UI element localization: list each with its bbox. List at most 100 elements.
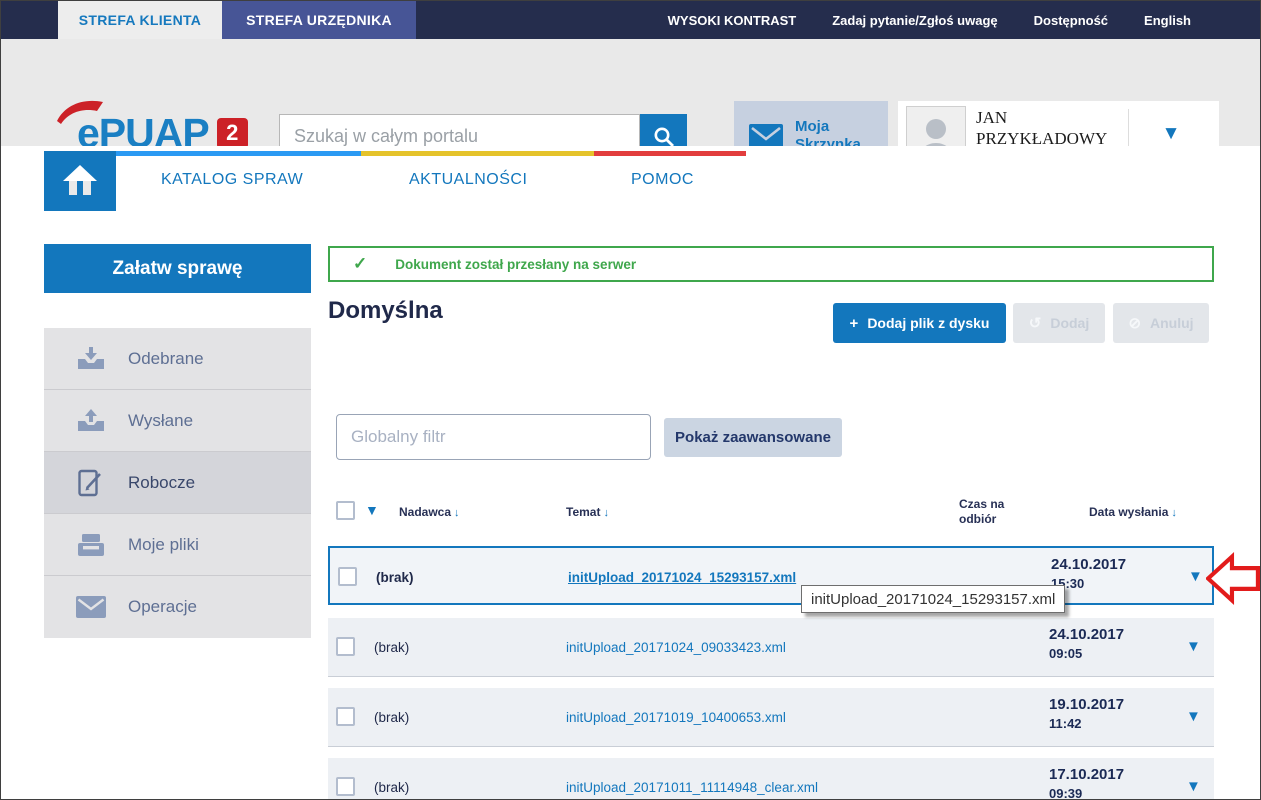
link-zadaj-pytanie[interactable]: Zadaj pytanie/Zgłoś uwagę: [832, 13, 997, 28]
row-actions-triangle-icon[interactable]: ▼: [1186, 778, 1201, 795]
table-row[interactable]: (brak) initUpload_20171024_15293157.xml …: [328, 546, 1214, 605]
home-icon: [62, 164, 98, 198]
link-english[interactable]: English: [1144, 13, 1191, 28]
sort-desc-icon: ↓: [1171, 507, 1177, 519]
add-button-disabled[interactable]: ↺ Dodaj: [1013, 303, 1105, 343]
refresh-icon: ↺: [1029, 314, 1042, 332]
main-nav: KATALOG SPRAW AKTUALNOŚCI POMOC: [1, 146, 1261, 211]
row-sent-date: 24.10.2017 15:30: [1051, 556, 1171, 591]
sidebar-item-label: Moje pliki: [128, 535, 199, 555]
row-sender: (brak): [374, 780, 409, 795]
sidebar-item-moje-pliki[interactable]: Moje pliki: [44, 514, 311, 576]
row-subject-link[interactable]: initUpload_20171019_10400653.xml: [566, 710, 786, 725]
check-icon: ✓: [353, 254, 367, 274]
draft-icon: [76, 469, 106, 497]
column-header-nadawca[interactable]: Nadawca↓: [399, 505, 460, 519]
row-sender: (brak): [374, 710, 409, 725]
sidebar-item-label: Odebrane: [128, 349, 204, 369]
column-header-temat[interactable]: Temat↓: [566, 505, 609, 519]
column-header-label: Temat: [566, 505, 600, 519]
row-checkbox[interactable]: [336, 777, 355, 796]
sort-desc-icon: ↓: [454, 507, 460, 519]
row-subject-link[interactable]: initUpload_20171024_15293157.xml: [568, 570, 796, 585]
row-sent-date: 24.10.2017 09:05: [1049, 626, 1169, 661]
tab-strefa-urzednika[interactable]: STREFA URZĘDNIKA: [222, 1, 416, 39]
outbox-upload-icon: [76, 409, 106, 433]
sort-desc-icon: ↓: [603, 507, 609, 519]
sidebar-item-robocze[interactable]: Robocze: [44, 452, 311, 514]
sidebar-item-label: Wysłane: [128, 411, 193, 431]
sidebar-menu: Odebrane Wysłane Robocze: [44, 328, 311, 638]
nav-aktualnosci[interactable]: AKTUALNOŚCI: [409, 171, 527, 189]
page-title: Domyślna: [328, 297, 443, 325]
row-time-value: 09:39: [1049, 786, 1169, 800]
link-wysoki-kontrast[interactable]: WYSOKI KONTRAST: [668, 13, 797, 28]
global-filter-input[interactable]: [336, 414, 651, 460]
logo-swoosh-icon: [55, 97, 107, 127]
cancel-label: Anuluj: [1150, 315, 1194, 331]
row-sender: (brak): [376, 570, 414, 585]
column-header-czas-na-odbior[interactable]: Czas na odbiór: [959, 497, 1023, 527]
row-time-value: 11:42: [1049, 716, 1169, 731]
row-subject-link[interactable]: initUpload_20171011_11114948_clear.xml: [566, 780, 818, 795]
sidebar-item-odebrane[interactable]: Odebrane: [44, 328, 311, 390]
cancel-button-disabled[interactable]: ⊘ Anuluj: [1113, 303, 1209, 343]
row-actions-triangle-icon[interactable]: ▼: [1186, 638, 1201, 655]
add-file-from-disk-button[interactable]: + Dodaj plik z dysku: [833, 303, 1006, 343]
row-actions-triangle-icon[interactable]: ▼: [1186, 708, 1201, 725]
row-date-value: 24.10.2017: [1049, 626, 1169, 643]
sidebar-item-wyslane[interactable]: Wysłane: [44, 390, 311, 452]
operations-envelope-icon: [76, 596, 106, 618]
sidebar-item-label: Robocze: [128, 473, 195, 493]
nav-pomoc[interactable]: POMOC: [631, 171, 694, 189]
stripe-blue: [116, 151, 361, 156]
select-menu-triangle-icon[interactable]: ▼: [365, 502, 379, 518]
row-sender: (brak): [374, 640, 409, 655]
user-name: JAN PRZYKŁADOWY: [976, 107, 1131, 149]
row-time-value: 09:05: [1049, 646, 1169, 661]
row-date-value: 17.10.2017: [1049, 766, 1169, 783]
sidebar-item-operacje[interactable]: Operacje: [44, 576, 311, 638]
select-all-checkbox[interactable]: [336, 501, 355, 520]
cancel-circle-icon: ⊘: [1128, 314, 1141, 332]
table-row[interactable]: (brak) initUpload_20171019_10400653.xml …: [328, 688, 1214, 747]
add-file-label: Dodaj plik z dysku: [867, 315, 989, 331]
column-header-label: Nadawca: [399, 505, 451, 519]
stripe-red: [594, 151, 746, 156]
zalatw-sprawe-button[interactable]: Załatw sprawę: [44, 244, 311, 293]
search-icon: [652, 125, 676, 149]
stripe-yellow: [361, 151, 594, 156]
plus-icon: +: [850, 315, 859, 332]
top-bar: STREFA KLIENTA STREFA URZĘDNIKA WYSOKI K…: [1, 1, 1261, 39]
row-sent-date: 19.10.2017 11:42: [1049, 696, 1169, 731]
success-alert: ✓ Dokument został przesłany na serwer: [328, 246, 1214, 282]
show-advanced-button[interactable]: Pokaż zaawansowane: [664, 418, 842, 457]
top-links: WYSOKI KONTRAST Zadaj pytanie/Zgłoś uwag…: [668, 1, 1191, 39]
table-row[interactable]: (brak) initUpload_20171024_09033423.xml …: [328, 618, 1214, 677]
row-subject-link[interactable]: initUpload_20171024_09033423.xml: [566, 640, 786, 655]
files-drawer-icon: [76, 533, 106, 557]
link-dostepnosc[interactable]: Dostępność: [1034, 13, 1108, 28]
home-button[interactable]: [44, 151, 116, 211]
column-header-label: Data wysłania: [1089, 505, 1168, 519]
row-date-value: 19.10.2017: [1049, 696, 1169, 713]
table-row[interactable]: (brak) initUpload_20171011_11114948_clea…: [328, 758, 1214, 800]
user-menu-chevron-down-icon[interactable]: ▼: [1140, 123, 1202, 145]
row-actions-triangle-icon[interactable]: ▼: [1188, 568, 1203, 585]
header: ePUAP 2 Moja Skrzynka JAN PRZ: [1, 39, 1261, 146]
add-label: Dodaj: [1050, 315, 1089, 331]
row-time-value: 15:30: [1051, 576, 1171, 591]
annotation-arrow-left-icon: [1206, 550, 1260, 607]
tab-strefa-klienta[interactable]: STREFA KLIENTA: [58, 1, 222, 39]
row-sent-date: 17.10.2017 09:39: [1049, 766, 1169, 800]
row-checkbox[interactable]: [336, 637, 355, 656]
envelope-icon: [749, 124, 783, 149]
column-header-data-wyslania[interactable]: Data wysłania↓: [1089, 505, 1177, 519]
filename-tooltip: initUpload_20171024_15293157.xml: [801, 585, 1065, 613]
success-alert-text: Dokument został przesłany na serwer: [395, 257, 636, 272]
inbox-download-icon: [76, 347, 106, 371]
row-checkbox[interactable]: [338, 567, 357, 586]
logo-badge-2: 2: [217, 118, 248, 149]
nav-katalog-spraw[interactable]: KATALOG SPRAW: [161, 171, 303, 189]
row-checkbox[interactable]: [336, 707, 355, 726]
